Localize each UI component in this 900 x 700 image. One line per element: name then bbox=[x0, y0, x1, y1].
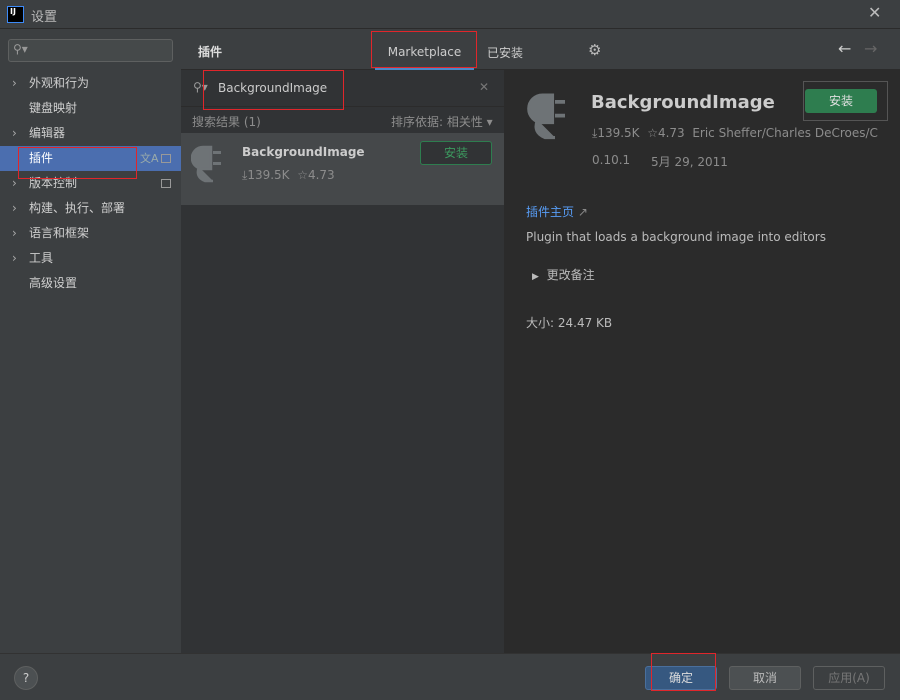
dialog-footer: ? 确定 取消 应用(A) bbox=[0, 653, 900, 700]
sidebar-item-label: 语言和框架 bbox=[29, 226, 90, 240]
sidebar-item-tools[interactable]: › 工具 bbox=[0, 246, 181, 271]
cancel-button[interactable]: 取消 bbox=[729, 666, 801, 690]
link-label: 插件主页 bbox=[526, 205, 575, 219]
project-icon bbox=[161, 154, 171, 163]
sidebar-item-editor[interactable]: › 编辑器 bbox=[0, 121, 181, 146]
forward-arrow-icon: → bbox=[864, 39, 878, 58]
sidebar: ⚲▾ › 外观和行为 键盘映射 › 编辑器 插件 文A › 版本控制 › 构建、执行、部… bbox=[0, 29, 181, 653]
tab-marketplace[interactable]: Marketplace bbox=[375, 29, 474, 70]
page-title: 插件 bbox=[198, 45, 223, 59]
chevron-right-icon: › bbox=[12, 226, 17, 240]
clear-icon[interactable]: ✕ bbox=[479, 80, 489, 94]
plugin-search-input[interactable]: ⚲▾ BackgroundImage ✕ bbox=[181, 70, 504, 107]
plugin-plug-icon bbox=[527, 93, 565, 140]
plugin-description: Plugin that loads a background image int… bbox=[526, 230, 826, 244]
change-notes-toggle[interactable]: ▶ 更改备注 bbox=[532, 266, 595, 283]
sort-label: 排序依据: 相关性 bbox=[391, 115, 483, 129]
sidebar-item-keymap[interactable]: 键盘映射 bbox=[0, 96, 181, 121]
sidebar-item-label: 工具 bbox=[29, 251, 54, 265]
homepage-link[interactable]: 插件主页 ↗ bbox=[526, 203, 588, 220]
sidebar-item-label: 键盘映射 bbox=[29, 101, 78, 115]
plugin-plug-icon bbox=[191, 145, 221, 183]
sidebar-item-label: 编辑器 bbox=[29, 126, 66, 140]
search-results-panel: ⚲▾ BackgroundImage ✕ 搜索结果 (1) 排序依据: 相关性 … bbox=[181, 70, 505, 653]
plugin-date: 5月 29, 2011 bbox=[651, 155, 728, 169]
downloads: 139.5K bbox=[247, 168, 290, 182]
gear-icon[interactable]: ⚙ bbox=[588, 41, 601, 59]
sidebar-item-languages[interactable]: › 语言和框架 bbox=[0, 221, 181, 246]
sidebar-item-advanced[interactable]: 高级设置 bbox=[0, 271, 181, 296]
plugin-title: BackgroundImage bbox=[591, 92, 775, 113]
search-value: BackgroundImage bbox=[218, 81, 328, 95]
sort-dropdown[interactable]: 排序依据: 相关性 ▾ bbox=[391, 113, 493, 130]
help-button[interactable]: ? bbox=[14, 666, 38, 690]
plugins-header: 插件 Marketplace 已安装 ⚙ ← → bbox=[181, 29, 900, 70]
back-arrow-icon[interactable]: ← bbox=[838, 39, 851, 58]
install-button[interactable]: 安装 bbox=[805, 89, 877, 113]
authors: Eric Sheffer/Charles DeCroes/C bbox=[692, 126, 878, 140]
app-logo: IJ bbox=[7, 6, 24, 23]
plugin-stats: ⤓139.5K ☆4.73 bbox=[242, 168, 335, 183]
sidebar-item-label: 高级设置 bbox=[29, 276, 78, 290]
plugin-list-item[interactable]: BackgroundImage ⤓139.5K ☆4.73 安装 bbox=[181, 133, 504, 205]
sidebar-item-label: 版本控制 bbox=[29, 176, 78, 190]
chevron-right-icon: › bbox=[12, 76, 17, 90]
sidebar-item-label: 外观和行为 bbox=[29, 76, 90, 90]
triangle-right-icon: ▶ bbox=[532, 272, 539, 282]
sidebar-item-plugins[interactable]: 插件 文A bbox=[0, 146, 181, 171]
change-notes-label: 更改备注 bbox=[546, 268, 595, 282]
rating: 4.73 bbox=[657, 126, 685, 140]
project-icon bbox=[161, 179, 171, 188]
results-count: 搜索结果 (1) bbox=[192, 115, 261, 129]
sidebar-item-label: 构建、执行、部署 bbox=[29, 201, 126, 215]
plugin-detail-panel: BackgroundImage 安装 ⤓139.5K ☆4.73 Eric Sh… bbox=[506, 70, 900, 653]
sidebar-item-appearance[interactable]: › 外观和行为 bbox=[0, 71, 181, 96]
plugin-version: 0.10.1 bbox=[592, 153, 631, 167]
chevron-right-icon: › bbox=[12, 201, 17, 215]
chevron-right-icon: › bbox=[12, 251, 17, 265]
chevron-right-icon: › bbox=[12, 176, 17, 190]
search-icon: ⚲▾ bbox=[193, 80, 208, 94]
translate-icon: 文A bbox=[140, 152, 159, 165]
chevron-right-icon: › bbox=[12, 126, 17, 140]
title-bar: IJ 设置 ✕ bbox=[0, 0, 900, 29]
plugin-meta: ⤓139.5K ☆4.73 Eric Sheffer/Charles DeCro… bbox=[592, 126, 882, 141]
plugin-size: 大小: 24.47 KB bbox=[526, 316, 613, 330]
sidebar-item-build[interactable]: › 构建、执行、部署 bbox=[0, 196, 181, 221]
apply-button[interactable]: 应用(A) bbox=[813, 666, 885, 690]
tab-label: Marketplace bbox=[387, 45, 462, 59]
plugin-name: BackgroundImage bbox=[242, 145, 365, 159]
tab-installed[interactable]: 已安装 bbox=[487, 44, 523, 61]
settings-search-input[interactable]: ⚲▾ bbox=[8, 39, 173, 62]
sidebar-item-vcs[interactable]: › 版本控制 bbox=[0, 171, 181, 196]
ok-button[interactable]: 确定 bbox=[645, 666, 717, 690]
downloads: 139.5K bbox=[597, 126, 640, 140]
close-icon[interactable]: ✕ bbox=[868, 3, 881, 22]
external-link-icon: ↗ bbox=[577, 205, 588, 219]
install-button[interactable]: 安装 bbox=[420, 141, 492, 165]
rating: 4.73 bbox=[307, 168, 335, 182]
star-icon: ☆ bbox=[647, 126, 658, 140]
star-icon: ☆ bbox=[297, 168, 308, 182]
search-icon: ⚲▾ bbox=[13, 42, 28, 56]
window-title: 设置 bbox=[31, 10, 58, 25]
sidebar-item-label: 插件 bbox=[29, 151, 54, 165]
